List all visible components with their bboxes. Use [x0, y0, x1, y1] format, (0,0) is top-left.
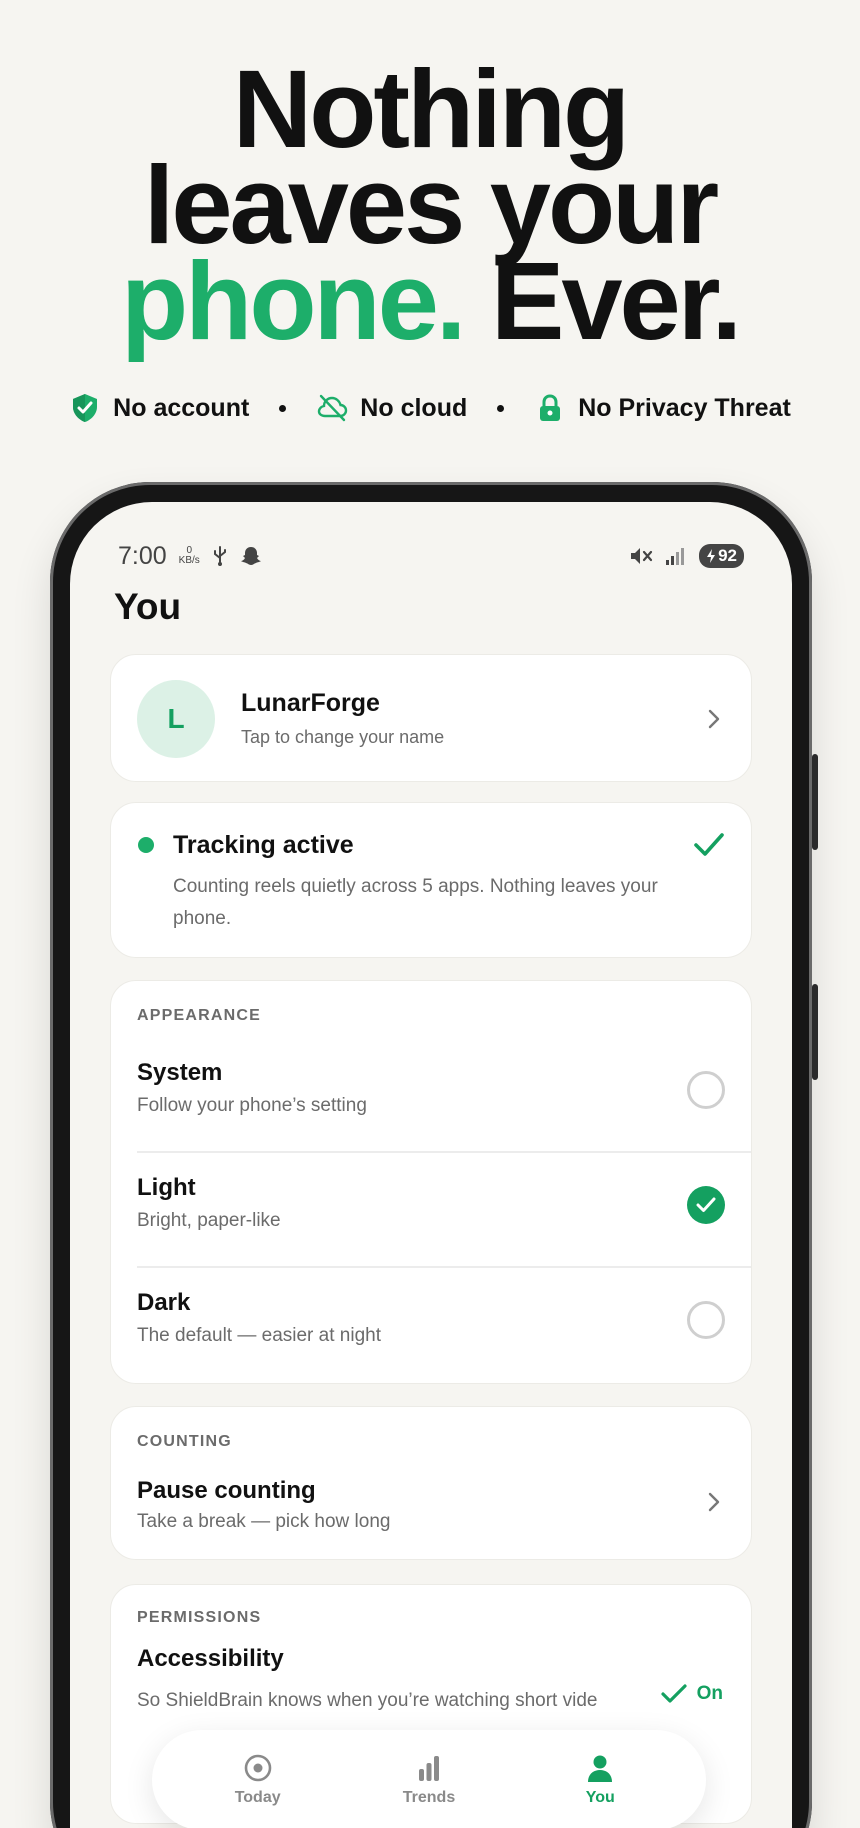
- mute-icon: [631, 548, 653, 564]
- usb-icon: [213, 546, 226, 566]
- option-title: Light: [137, 1174, 196, 1201]
- tracking-title: Tracking active: [173, 831, 354, 859]
- tracking-description: Counting reels quietly across 5 apps. No…: [173, 876, 658, 929]
- permissions-section-label: PERMISSIONS: [137, 1609, 262, 1626]
- bottom-nav: Today Trends You: [152, 1730, 706, 1828]
- headline-rest: Ever.: [491, 240, 742, 363]
- accessibility-status-label: On: [696, 1683, 723, 1704]
- chevron-right-icon: [708, 1492, 720, 1512]
- appearance-option-dark[interactable]: Dark The default — easier at night: [111, 1267, 751, 1381]
- badge-label: No cloud: [360, 393, 468, 422]
- option-title: Dark: [137, 1289, 191, 1316]
- phone-screen: 7:00 0 KB/s 92 You L LunarForge Tap to c…: [70, 502, 792, 1828]
- option-title: System: [137, 1059, 223, 1086]
- page-title: You: [114, 586, 182, 627]
- appearance-option-light[interactable]: Light Bright, paper-like: [111, 1152, 751, 1266]
- battery-indicator: 92: [699, 544, 744, 568]
- nav-item-today[interactable]: Today: [188, 1753, 328, 1807]
- battery-level: 92: [718, 546, 737, 565]
- user-icon: [588, 1755, 613, 1782]
- chevron-right-icon: [708, 709, 720, 729]
- check-icon: [661, 1684, 687, 1703]
- accessibility-description: So ShieldBrain knows when you’re watchin…: [137, 1690, 598, 1711]
- power-button: [812, 984, 818, 1080]
- avatar: L: [137, 680, 215, 758]
- charging-icon: [707, 549, 716, 563]
- badge-label: No Privacy Threat: [578, 393, 791, 422]
- radio-unselected[interactable]: [687, 1301, 725, 1339]
- privacy-badges: No account No cloud No Privacy Threat: [0, 392, 860, 424]
- nav-label: Today: [234, 1789, 281, 1806]
- badge-no-account: No account: [69, 392, 249, 424]
- shield-icon: [73, 394, 98, 422]
- bar-chart-icon: [418, 1756, 439, 1781]
- counting-card[interactable]: COUNTING Pause counting Take a break — p…: [110, 1406, 752, 1560]
- profile-name: LunarForge: [241, 689, 380, 717]
- appearance-option-system[interactable]: System Follow your phone’s setting: [111, 1037, 751, 1151]
- tracking-status-card: Tracking active Counting reels quietly a…: [110, 802, 752, 958]
- volume-button: [812, 754, 818, 850]
- network-speed: 0 KB/s: [179, 546, 200, 566]
- status-time: 7:00: [118, 541, 167, 570]
- signal-icon: [666, 548, 685, 565]
- tracking-active-dot: [138, 837, 154, 853]
- snapchat-icon: [240, 547, 261, 565]
- accessibility-status[interactable]: On: [661, 1683, 723, 1705]
- lock-icon: [540, 394, 561, 421]
- phone-frame: 7:00 0 KB/s 92 You L LunarForge Tap to c…: [50, 482, 818, 1828]
- option-subtitle: The default — easier at night: [137, 1325, 381, 1346]
- option-subtitle: Bright, paper-like: [137, 1210, 281, 1231]
- target-icon: [244, 1754, 271, 1782]
- badge-no-privacy-threat: No Privacy Threat: [534, 392, 791, 424]
- headline: Nothing leaves your phone. Ever.: [0, 55, 860, 357]
- speed-unit: KB/s: [178, 555, 200, 566]
- option-subtitle: Follow your phone’s setting: [137, 1095, 367, 1116]
- counting-section-label: COUNTING: [137, 1433, 232, 1450]
- pause-counting-subtitle: Take a break — pick how long: [137, 1511, 391, 1532]
- headline-line-3: phone. Ever.: [0, 247, 860, 357]
- badge-no-cloud: No cloud: [316, 392, 467, 424]
- cloud-off-icon: [318, 394, 348, 422]
- separator-dot: [279, 404, 287, 412]
- nav-label: Trends: [402, 1789, 456, 1806]
- headline-accent: phone.: [120, 240, 467, 363]
- nav-item-you[interactable]: You: [530, 1753, 670, 1807]
- radio-selected[interactable]: [687, 1186, 725, 1224]
- profile-card[interactable]: L LunarForge Tap to change your name: [110, 654, 752, 782]
- check-icon: [696, 1197, 716, 1212]
- separator-dot: [497, 404, 505, 412]
- accessibility-title: Accessibility: [137, 1645, 284, 1672]
- profile-subtitle: Tap to change your name: [241, 727, 445, 747]
- check-icon: [694, 833, 724, 856]
- nav-item-trends[interactable]: Trends: [359, 1753, 499, 1807]
- radio-unselected[interactable]: [687, 1071, 725, 1109]
- status-bar: 7:00 0 KB/s 92: [70, 540, 792, 572]
- nav-label: You: [585, 1789, 615, 1806]
- appearance-section-label: APPEARANCE: [137, 1007, 262, 1024]
- appearance-card: APPEARANCE System Follow your phone’s se…: [110, 980, 752, 1384]
- pause-counting-title: Pause counting: [137, 1477, 316, 1504]
- badge-label: No account: [113, 393, 250, 422]
